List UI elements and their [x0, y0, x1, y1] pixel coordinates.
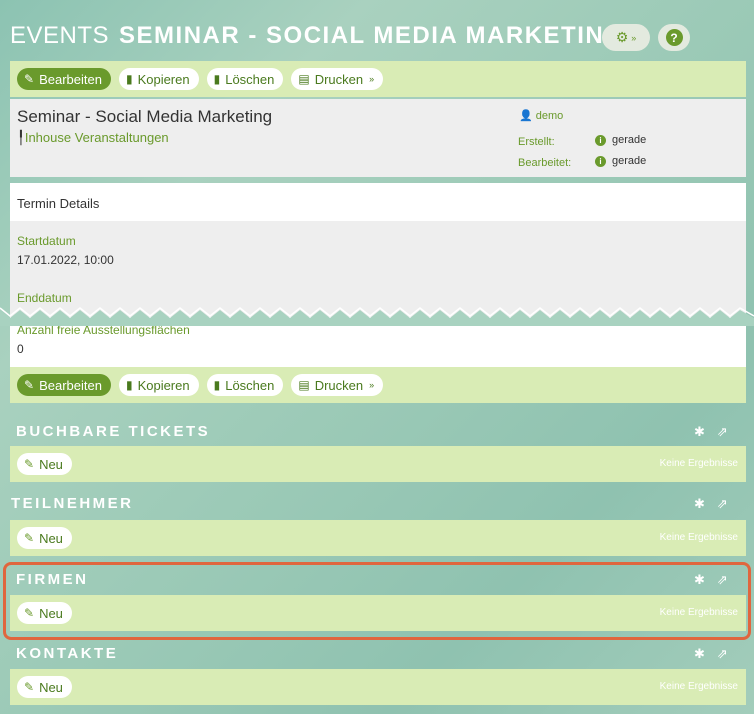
free-spaces-value: 0: [17, 342, 24, 356]
start-label: Startdatum: [17, 234, 76, 248]
edit-button[interactable]: ✎ Bearbeiten: [17, 68, 111, 90]
pencil-icon: ✎: [24, 457, 35, 471]
edited-label: Bearbeitet:: [518, 157, 572, 169]
info-icon: i: [595, 155, 606, 167]
page-header: EVENTS SEMINAR - SOCIAL MEDIA MARKETING: [10, 20, 624, 52]
highlight-frame: [3, 562, 751, 640]
section-bar-tickets: ✎ Neu Keine Ergebnisse: [10, 446, 746, 482]
gear-icon: ⚙: [615, 29, 629, 45]
section-actions-contacts: ✱ ⇗: [694, 646, 728, 662]
copy-button[interactable]: ▮ Kopieren: [118, 374, 199, 396]
refresh-icon[interactable]: ✱: [694, 646, 705, 662]
external-link-icon[interactable]: ⇗: [717, 646, 728, 662]
delete-button[interactable]: ▮ Löschen: [206, 374, 284, 396]
section-bar-participants: ✎ Neu Keine Ergebnisse: [10, 520, 746, 556]
assigned-user[interactable]: 👤 demo: [519, 109, 563, 122]
empty-state: Keine Ergebnisse: [659, 681, 738, 692]
top-toolbar: ✎ Bearbeiten ▮ Kopieren ▮ Löschen ▤ Drucken»: [10, 61, 746, 97]
copy-button[interactable]: ▮ Kopieren: [118, 68, 199, 90]
record-title: SEMINAR - SOCIAL MEDIA MARKETING: [119, 22, 625, 49]
print-button[interactable]: ▤ Drucken»: [291, 374, 384, 396]
pencil-icon: ✎: [24, 680, 35, 694]
pencil-icon: ✎: [24, 531, 35, 545]
termin-heading: Termin Details: [10, 183, 746, 221]
chevron-down-icon: »: [369, 74, 375, 84]
print-icon: ▤: [298, 378, 310, 392]
pin-icon: ╿: [17, 130, 25, 145]
section-title-contacts: KONTAKTE: [16, 645, 119, 662]
start-value: 17.01.2022, 10:00: [17, 253, 114, 267]
detail-title: Seminar - Social Media Marketing: [17, 107, 273, 126]
new-contact-button[interactable]: ✎ Neu: [17, 676, 72, 698]
section-actions-participants: ✱ ⇗: [694, 496, 728, 512]
copy-icon: ▮: [125, 378, 133, 392]
settings-menu-button[interactable]: ⚙»: [602, 24, 650, 51]
category-link[interactable]: ╿Inhouse Veranstaltungen: [17, 130, 169, 146]
trash-icon: ▮: [213, 378, 221, 392]
section-title-participants: TEILNEHMER: [11, 495, 134, 512]
help-button[interactable]: ?: [658, 24, 690, 51]
pencil-icon: ✎: [24, 72, 35, 86]
section-bar-contacts: ✎ Neu Keine Ergebnisse: [10, 669, 746, 705]
refresh-icon[interactable]: ✱: [694, 424, 705, 440]
user-icon: 👤: [519, 110, 533, 122]
module-title: EVENTS: [10, 22, 110, 49]
external-link-icon[interactable]: ⇗: [717, 496, 728, 512]
chevron-down-icon: »: [631, 32, 637, 43]
question-icon: ?: [665, 29, 683, 46]
empty-state: Keine Ergebnisse: [659, 458, 738, 469]
bottom-toolbar: ✎ Bearbeiten ▮ Kopieren ▮ Löschen ▤ Drucken»: [10, 367, 746, 403]
refresh-icon[interactable]: ✱: [694, 496, 705, 512]
record-detail: Seminar - Social Media Marketing ╿Inhous…: [10, 99, 746, 177]
created-value: i gerade: [595, 134, 646, 146]
created-label: Erstellt:: [518, 136, 555, 148]
pencil-icon: ✎: [24, 378, 35, 392]
new-ticket-button[interactable]: ✎ Neu: [17, 453, 72, 475]
trash-icon: ▮: [213, 72, 221, 86]
delete-button[interactable]: ▮ Löschen: [206, 68, 284, 90]
edit-button[interactable]: ✎ Bearbeiten: [17, 374, 111, 396]
section-actions-tickets: ✱ ⇗: [694, 424, 728, 440]
print-icon: ▤: [298, 72, 310, 86]
copy-icon: ▮: [125, 72, 133, 86]
chevron-down-icon: »: [369, 380, 375, 390]
external-link-icon[interactable]: ⇗: [717, 424, 728, 440]
info-icon: i: [595, 134, 606, 146]
empty-state: Keine Ergebnisse: [659, 532, 738, 543]
new-participant-button[interactable]: ✎ Neu: [17, 527, 72, 549]
section-title-tickets: BUCHBARE TICKETS: [16, 423, 211, 440]
print-button[interactable]: ▤ Drucken»: [291, 68, 384, 90]
edited-value: i gerade: [595, 155, 646, 167]
